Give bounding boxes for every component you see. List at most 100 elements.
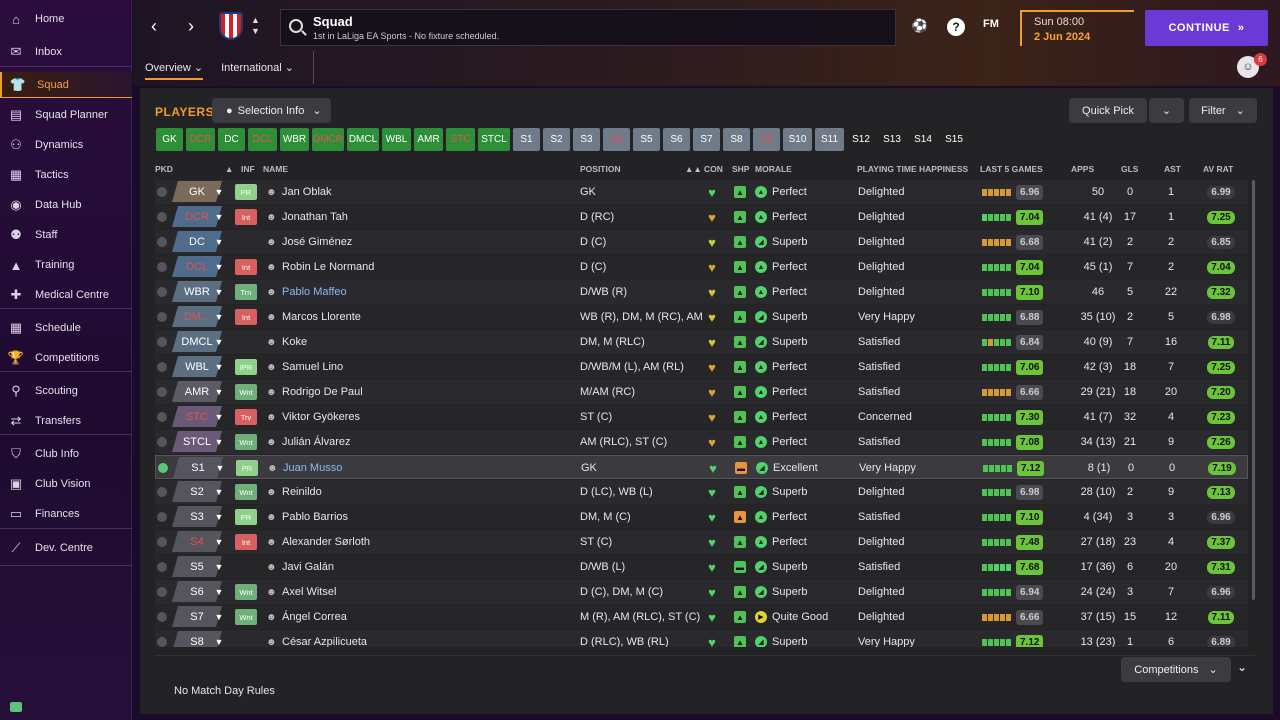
table-scrollbar[interactable] [1252,180,1255,600]
col-morale[interactable]: MORALE [755,164,792,174]
position-filter-gk[interactable]: GK [156,128,183,151]
position-filter-s9[interactable]: S9 [753,128,780,151]
tab-overview[interactable]: Overview ⌄ [145,56,204,80]
picked-indicator[interactable] [157,205,169,229]
player-name[interactable]: José Giménez [282,230,572,254]
chevron-down-icon[interactable]: ▼ [210,430,228,454]
player-name[interactable]: Pablo Maffeo [282,280,572,304]
picked-indicator[interactable] [157,530,169,554]
position-filter-s4[interactable]: S4 [603,128,630,151]
search-bar[interactable]: Squad 1st in LaLiga EA Sports - No fixtu… [280,9,896,46]
chevron-down-icon[interactable]: ▼ [210,330,228,354]
sidebar-item-competitions[interactable]: 🏆 Competitions [0,345,132,371]
sidebar-item-club-vision[interactable]: ▣ Club Vision [0,471,132,497]
table-row[interactable]: DM... ▼ Int ☻ Marcos Llorente WB (R), DM, M (… [155,305,1248,329]
player-name[interactable]: Samuel Lino [282,355,572,379]
position-filter-s5[interactable]: S5 [633,128,660,151]
player-name[interactable]: Juan Musso [283,456,573,480]
position-filter-dmcr[interactable]: DMCR [312,128,344,151]
filter-button[interactable]: Filter ⌄ [1189,98,1257,123]
position-filter-wbl[interactable]: WBL [382,128,411,151]
player-name[interactable]: Javi Galán [282,555,572,579]
table-row[interactable]: WBL ▼ IPR ☻ Samuel Lino D/WB/M (L), AM (RL) ♥ ▲… [155,355,1248,379]
table-row[interactable]: S5 ▼ ☻ Javi Galán D/WB (L) ♥ ▬ ◢ Superb Satisfied… [155,555,1248,579]
picked-indicator[interactable] [157,630,169,647]
col-last5[interactable]: LAST 5 GAMES [980,164,1043,174]
player-name[interactable]: Ángel Correa [282,605,572,629]
picked-indicator[interactable] [157,605,169,629]
picked-indicator[interactable] [157,380,169,404]
chevron-down-icon[interactable]: ▼ [210,580,228,604]
col-avrat[interactable]: AV RAT [1203,164,1233,174]
sidebar-item-medical-centre[interactable]: ✚ Medical Centre [0,282,132,308]
competitions-button[interactable]: Competitions ⌄ [1121,657,1231,682]
picked-indicator[interactable] [157,430,169,454]
position-filter-s7[interactable]: S7 [693,128,720,151]
table-row[interactable]: DCR ▼ Int ☻ Jonathan Tah D (RC) ♥ ▲ ▲ Perfect Deli… [155,205,1248,229]
picked-indicator[interactable] [157,255,169,279]
quick-pick-button[interactable]: Quick Pick [1069,98,1147,123]
player-name[interactable]: Jonathan Tah [282,205,572,229]
table-row[interactable]: S3 ▼ PR ☻ Pablo Barrios DM, M (C) ♥ ▲ ▲ Perfect Sa… [155,505,1248,529]
help-icon[interactable]: ? [947,18,965,36]
position-filter-stc[interactable]: STC [446,128,475,151]
position-filter-s14[interactable]: S14 [909,128,937,151]
table-row[interactable]: S1 ▼ PR ☻ Juan Musso GK ♥ ▬ ◢ Excellent Very Happy… [155,455,1248,479]
position-filter-s8[interactable]: S8 [723,128,750,151]
chevron-down-icon[interactable]: ▼ [210,180,228,204]
table-row[interactable]: STC ▼ Trv ☻ Viktor Gyökeres ST (C) ♥ ▲ ▲ Perfect C… [155,405,1248,429]
sidebar-item-training[interactable]: ▲ Training [0,252,132,278]
player-name[interactable]: Axel Witsel [282,580,572,604]
picked-indicator[interactable] [157,580,169,604]
sidebar-item-squad-planner[interactable]: ▤ Squad Planner [0,102,132,128]
sidebar-item-inbox[interactable]: ✉ Inbox [0,39,132,65]
position-filter-s6[interactable]: S6 [663,128,690,151]
position-filter-stcl[interactable]: STCL [478,128,510,151]
player-name[interactable]: Pablo Barrios [282,505,572,529]
table-row[interactable]: DC ▼ ☻ José Giménez D (C) ♥ ▲ ◢ Superb Delighted 6… [155,230,1248,254]
position-filter-s3[interactable]: S3 [573,128,600,151]
player-name[interactable]: Reinildo [282,480,572,504]
position-filter-amr[interactable]: AMR [414,128,443,151]
chevron-down-icon[interactable]: ▼ [210,380,228,404]
chevron-down-icon[interactable]: ▼ [210,605,228,629]
selection-info-button[interactable]: ● Selection Info ⌄ [212,98,331,123]
chevron-down-icon[interactable]: ▼ [210,205,228,229]
col-ast[interactable]: AST [1164,164,1181,174]
search-icon[interactable] [289,19,303,33]
player-name[interactable]: Rodrigo De Paul [282,380,572,404]
chevron-down-icon[interactable]: ▼ [210,555,228,579]
table-row[interactable]: WBR ▼ Trn ☻ Pablo Maffeo D/WB (R) ♥ ▲ ▲ Perfect De… [155,280,1248,304]
player-name[interactable]: Jan Oblak [282,180,572,204]
chevron-down-icon[interactable]: ▼ [210,505,228,529]
picked-indicator[interactable] [157,555,169,579]
back-arrow-icon[interactable]: ‹ [151,16,157,37]
position-filter-dcr[interactable]: DCR [186,128,215,151]
col-shp[interactable]: SHP [732,164,749,174]
position-filter-s11[interactable]: S11 [815,128,844,151]
sidebar-item-staff[interactable]: ⚉ Staff [0,222,132,248]
table-row[interactable]: S2 ▼ Wnt ☻ Reinildo D (LC), WB (L) ♥ ▲ ◢ Superb De… [155,480,1248,504]
player-name[interactable]: Robin Le Normand [282,255,572,279]
ball-icon[interactable]: ⚽ [912,18,928,34]
position-filter-s15[interactable]: S15 [940,128,968,151]
col-apps[interactable]: APPS [1071,164,1094,174]
quick-pick-dropdown-icon[interactable]: ⌄ [1149,98,1184,123]
player-name[interactable]: Koke [282,330,572,354]
chevron-down-icon[interactable]: ▼ [210,230,228,254]
table-row[interactable]: STCL ▼ Wnt ☻ Julián Álvarez AM (RLC), ST (C) ♥… [155,430,1248,454]
chevron-down-icon[interactable]: ▼ [210,480,228,504]
sidebar-item-home[interactable]: ⌂ Home [0,6,132,32]
col-con[interactable]: CON [704,164,723,174]
col-pkd[interactable]: PKD [155,164,173,174]
sidebar-item-dynamics[interactable]: ⚇ Dynamics [0,132,132,158]
sidebar-item-scouting[interactable]: ⚲ Scouting [0,378,132,404]
player-name[interactable]: César Azpilicueta [282,630,572,647]
chevron-down-icon[interactable]: ▼ [210,280,228,304]
picked-indicator[interactable] [157,355,169,379]
picked-indicator[interactable] [157,180,169,204]
position-filter-s1[interactable]: S1 [513,128,540,151]
position-filter-dmcl[interactable]: DMCL [347,128,379,151]
player-name[interactable]: Alexander Sørloth [282,530,572,554]
table-row[interactable]: S6 ▼ Wnt ☻ Axel Witsel D (C), DM, M (C) ♥ ▲ ◢ Sup… [155,580,1248,604]
